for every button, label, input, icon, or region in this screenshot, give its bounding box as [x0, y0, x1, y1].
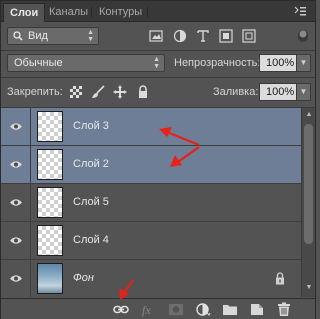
layer-name[interactable]: Фон: [73, 272, 94, 284]
layers-panel: Слои Каналы Контуры Вид ▲ ▼ Обычные ▲ ▼ …: [0, 0, 316, 319]
layers-scrollbar[interactable]: ▲ ▼: [301, 108, 315, 297]
layer-thumbnail: [37, 187, 63, 218]
tab-separator: [91, 6, 92, 18]
blend-mode-select[interactable]: Обычные ▲ ▼: [7, 54, 165, 72]
lock-transparent-pixels-icon[interactable]: [69, 85, 83, 99]
new-group-icon[interactable]: [222, 302, 238, 317]
layers-list: Слой 3 Слой 2 Слой 5 Слой 4 Фон: [1, 108, 301, 297]
layer-name[interactable]: Слой 4: [73, 234, 109, 246]
scroll-thumb[interactable]: [304, 124, 313, 244]
fill-field[interactable]: 100%: [259, 83, 297, 101]
fill-label: Заливка:: [213, 86, 259, 98]
search-icon: [13, 31, 23, 41]
layers-bottom-toolbar: fx: [1, 298, 315, 319]
layer-name[interactable]: Слой 5: [73, 196, 109, 208]
panel-menu-icon[interactable]: [293, 6, 307, 17]
layer-mask-icon[interactable]: [168, 302, 184, 317]
adjustment-layer-icon[interactable]: [195, 302, 211, 317]
layer-row-sloy-3[interactable]: Слой 3: [1, 108, 301, 146]
visibility-toggle[interactable]: [1, 146, 31, 183]
shape-filter-icon[interactable]: [219, 29, 233, 43]
eye-icon: [10, 161, 22, 168]
svg-text:fx: fx: [142, 303, 151, 317]
blend-mode-value: Обычные: [14, 57, 63, 69]
filter-row: Вид ▲ ▼: [1, 23, 315, 49]
visibility-toggle[interactable]: [1, 260, 31, 297]
smart-object-filter-icon[interactable]: [242, 29, 256, 43]
tab-separator: [147, 6, 148, 18]
eye-icon: [10, 275, 22, 282]
layer-name[interactable]: Слой 2: [73, 158, 109, 170]
visibility-toggle[interactable]: [1, 184, 31, 221]
scroll-down-arrow-icon[interactable]: ▼: [304, 284, 314, 292]
updown-arrows-icon: ▲ ▼: [87, 29, 94, 43]
opacity-field[interactable]: 100%: [259, 54, 297, 72]
adjustment-filter-icon[interactable]: [173, 29, 187, 43]
layer-row-sloy-4[interactable]: Слой 4: [1, 222, 301, 260]
panel-tab-bar: Слои Каналы Контуры: [1, 1, 315, 22]
lock-row: Закрепить: Заливка: 100% ▼: [1, 78, 315, 106]
fill-dropdown-button[interactable]: ▼: [297, 83, 311, 101]
layer-thumbnail: [37, 225, 63, 256]
tab-paths[interactable]: Контуры: [93, 3, 148, 22]
layer-row-background[interactable]: Фон: [1, 260, 301, 297]
move-icon[interactable]: [113, 85, 127, 99]
eye-icon: [10, 123, 22, 130]
type-filter-icon[interactable]: [196, 29, 210, 43]
visibility-toggle[interactable]: [1, 108, 31, 145]
trash-icon[interactable]: [276, 302, 292, 317]
layer-thumbnail: [37, 263, 63, 294]
opacity-label: Непрозрачность:: [174, 57, 261, 69]
fx-icon[interactable]: fx: [141, 302, 157, 317]
eye-icon: [10, 199, 22, 206]
eye-icon: [10, 237, 22, 244]
new-layer-icon[interactable]: [249, 302, 265, 317]
opacity-dropdown-button[interactable]: ▼: [297, 54, 311, 72]
filter-kind-label: Вид: [28, 30, 48, 42]
layer-row-sloy-5[interactable]: Слой 5: [1, 184, 301, 222]
layer-row-sloy-2[interactable]: Слой 2: [1, 146, 301, 184]
tab-channels[interactable]: Каналы: [43, 3, 94, 22]
brush-icon[interactable]: [91, 85, 105, 99]
layer-thumbnail: [37, 111, 63, 142]
filter-kind-select[interactable]: Вид ▲ ▼: [7, 27, 99, 45]
lock-icon: [276, 272, 284, 285]
visibility-toggle[interactable]: [1, 222, 31, 259]
lock-label: Закрепить:: [7, 86, 63, 98]
layer-thumbnail: [37, 149, 63, 180]
filter-toggle-icon[interactable]: [297, 29, 309, 43]
scroll-up-arrow-icon[interactable]: ▲: [304, 111, 314, 119]
image-filter-icon[interactable]: [149, 29, 163, 43]
updown-arrows-icon: ▲ ▼: [153, 56, 160, 70]
layer-name[interactable]: Слой 3: [73, 120, 109, 132]
tab-layers[interactable]: Слои: [3, 3, 46, 22]
lock-all-icon[interactable]: [136, 85, 150, 99]
blend-row: Обычные ▲ ▼ Непрозрачность: 100% ▼: [1, 51, 315, 75]
link-layers-icon[interactable]: [113, 302, 129, 317]
